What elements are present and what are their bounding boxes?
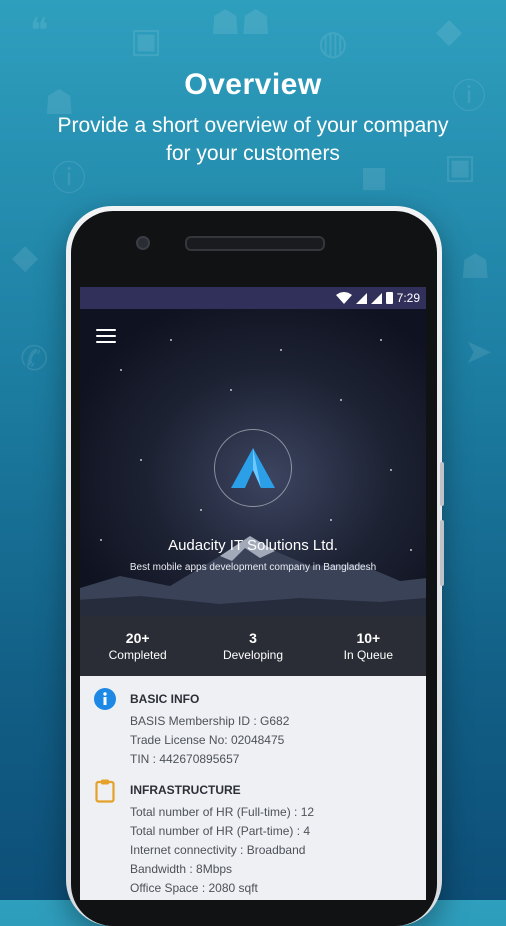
cube-bg-icon-2: ◆ xyxy=(12,238,39,276)
signal-icon-2 xyxy=(370,292,382,304)
volume-button xyxy=(440,462,444,506)
infrastructure-line: Total number of HR (Part-time) : 4 xyxy=(130,824,311,838)
clipboard-icon xyxy=(95,779,115,803)
status-bar: 7:29 xyxy=(80,287,426,309)
cube-bg-icon: ◆ xyxy=(436,12,463,50)
basic-info-line: TIN : 442670895657 xyxy=(130,752,240,766)
group-bg-icon: ☗☗ xyxy=(210,4,271,42)
subtitle-line-1: Provide a short overview of your company xyxy=(57,114,449,137)
basic-info-title: BASIC INFO xyxy=(130,692,200,706)
stat-completed: 20+ Completed xyxy=(80,616,195,676)
infrastructure-title: INFRASTRUCTURE xyxy=(130,783,241,797)
stat-label: Developing xyxy=(222,648,284,662)
phone-bg-icon: ✆ xyxy=(20,340,49,378)
company-hero: Audacity IT Solutions Ltd. Best mobile a… xyxy=(80,309,426,616)
basic-info-line: Trade License No: 02048475 xyxy=(130,733,285,747)
stat-label: Completed xyxy=(108,648,167,662)
infrastructure-line: Bandwidth : 8Mbps xyxy=(130,862,233,876)
page-subtitle: Provide a short overview of your company… xyxy=(40,112,466,168)
company-tagline: Best mobile apps development company in … xyxy=(129,562,377,573)
front-camera xyxy=(136,236,150,250)
info-icon xyxy=(94,688,116,710)
signal-icon xyxy=(355,292,367,304)
earpiece-speaker xyxy=(185,236,325,251)
company-logo xyxy=(214,429,292,507)
company-logo-icon xyxy=(231,448,275,488)
subtitle-line-2: for your customers xyxy=(166,142,340,165)
status-time: 7:29 xyxy=(396,291,420,305)
globe-bg-icon: ◍ xyxy=(318,24,348,62)
book-bg-icon: ▣ xyxy=(130,22,163,60)
group-bg-icon-2: ☗ xyxy=(460,248,491,286)
basic-info-line: BASIS Membership ID : G682 xyxy=(130,714,290,728)
battery-icon xyxy=(385,292,393,304)
infrastructure-section: INFRASTRUCTURE Total number of HR (Full-… xyxy=(94,779,412,900)
stat-in-queue: 10+ In Queue xyxy=(311,616,426,676)
company-info: BASIC INFO BASIS Membership ID : G682 Tr… xyxy=(80,676,426,900)
basic-info-section: BASIC INFO BASIS Membership ID : G682 Tr… xyxy=(94,688,412,771)
menu-icon[interactable] xyxy=(96,329,116,345)
infrastructure-line: Total number of HR (Full-time) : 12 xyxy=(130,805,315,819)
company-name: Audacity IT Solutions Ltd. xyxy=(168,537,338,554)
wifi-icon xyxy=(335,292,352,304)
stat-value: 3 xyxy=(249,630,257,646)
stat-value: 20+ xyxy=(125,630,150,646)
mountain-silhouette xyxy=(80,536,426,616)
app-screen: 7:29 Audacity IT Solutions Ltd. Best mob… xyxy=(80,287,426,900)
power-button xyxy=(440,520,444,586)
quote-bg-icon: ❝ xyxy=(30,12,49,50)
infrastructure-line: Internet connectivity : Broadband xyxy=(130,843,306,857)
stat-value: 10+ xyxy=(356,630,381,646)
stats-bar: 20+ Completed 3 Developing 10+ In Queue xyxy=(80,616,426,676)
stat-label: In Queue xyxy=(343,648,393,662)
arrow-bg-icon: ➤ xyxy=(464,333,493,371)
stat-developing: 3 Developing xyxy=(195,616,310,676)
page-title: Overview xyxy=(184,68,322,101)
infrastructure-line: Office Space : 2080 sqft xyxy=(130,881,258,895)
